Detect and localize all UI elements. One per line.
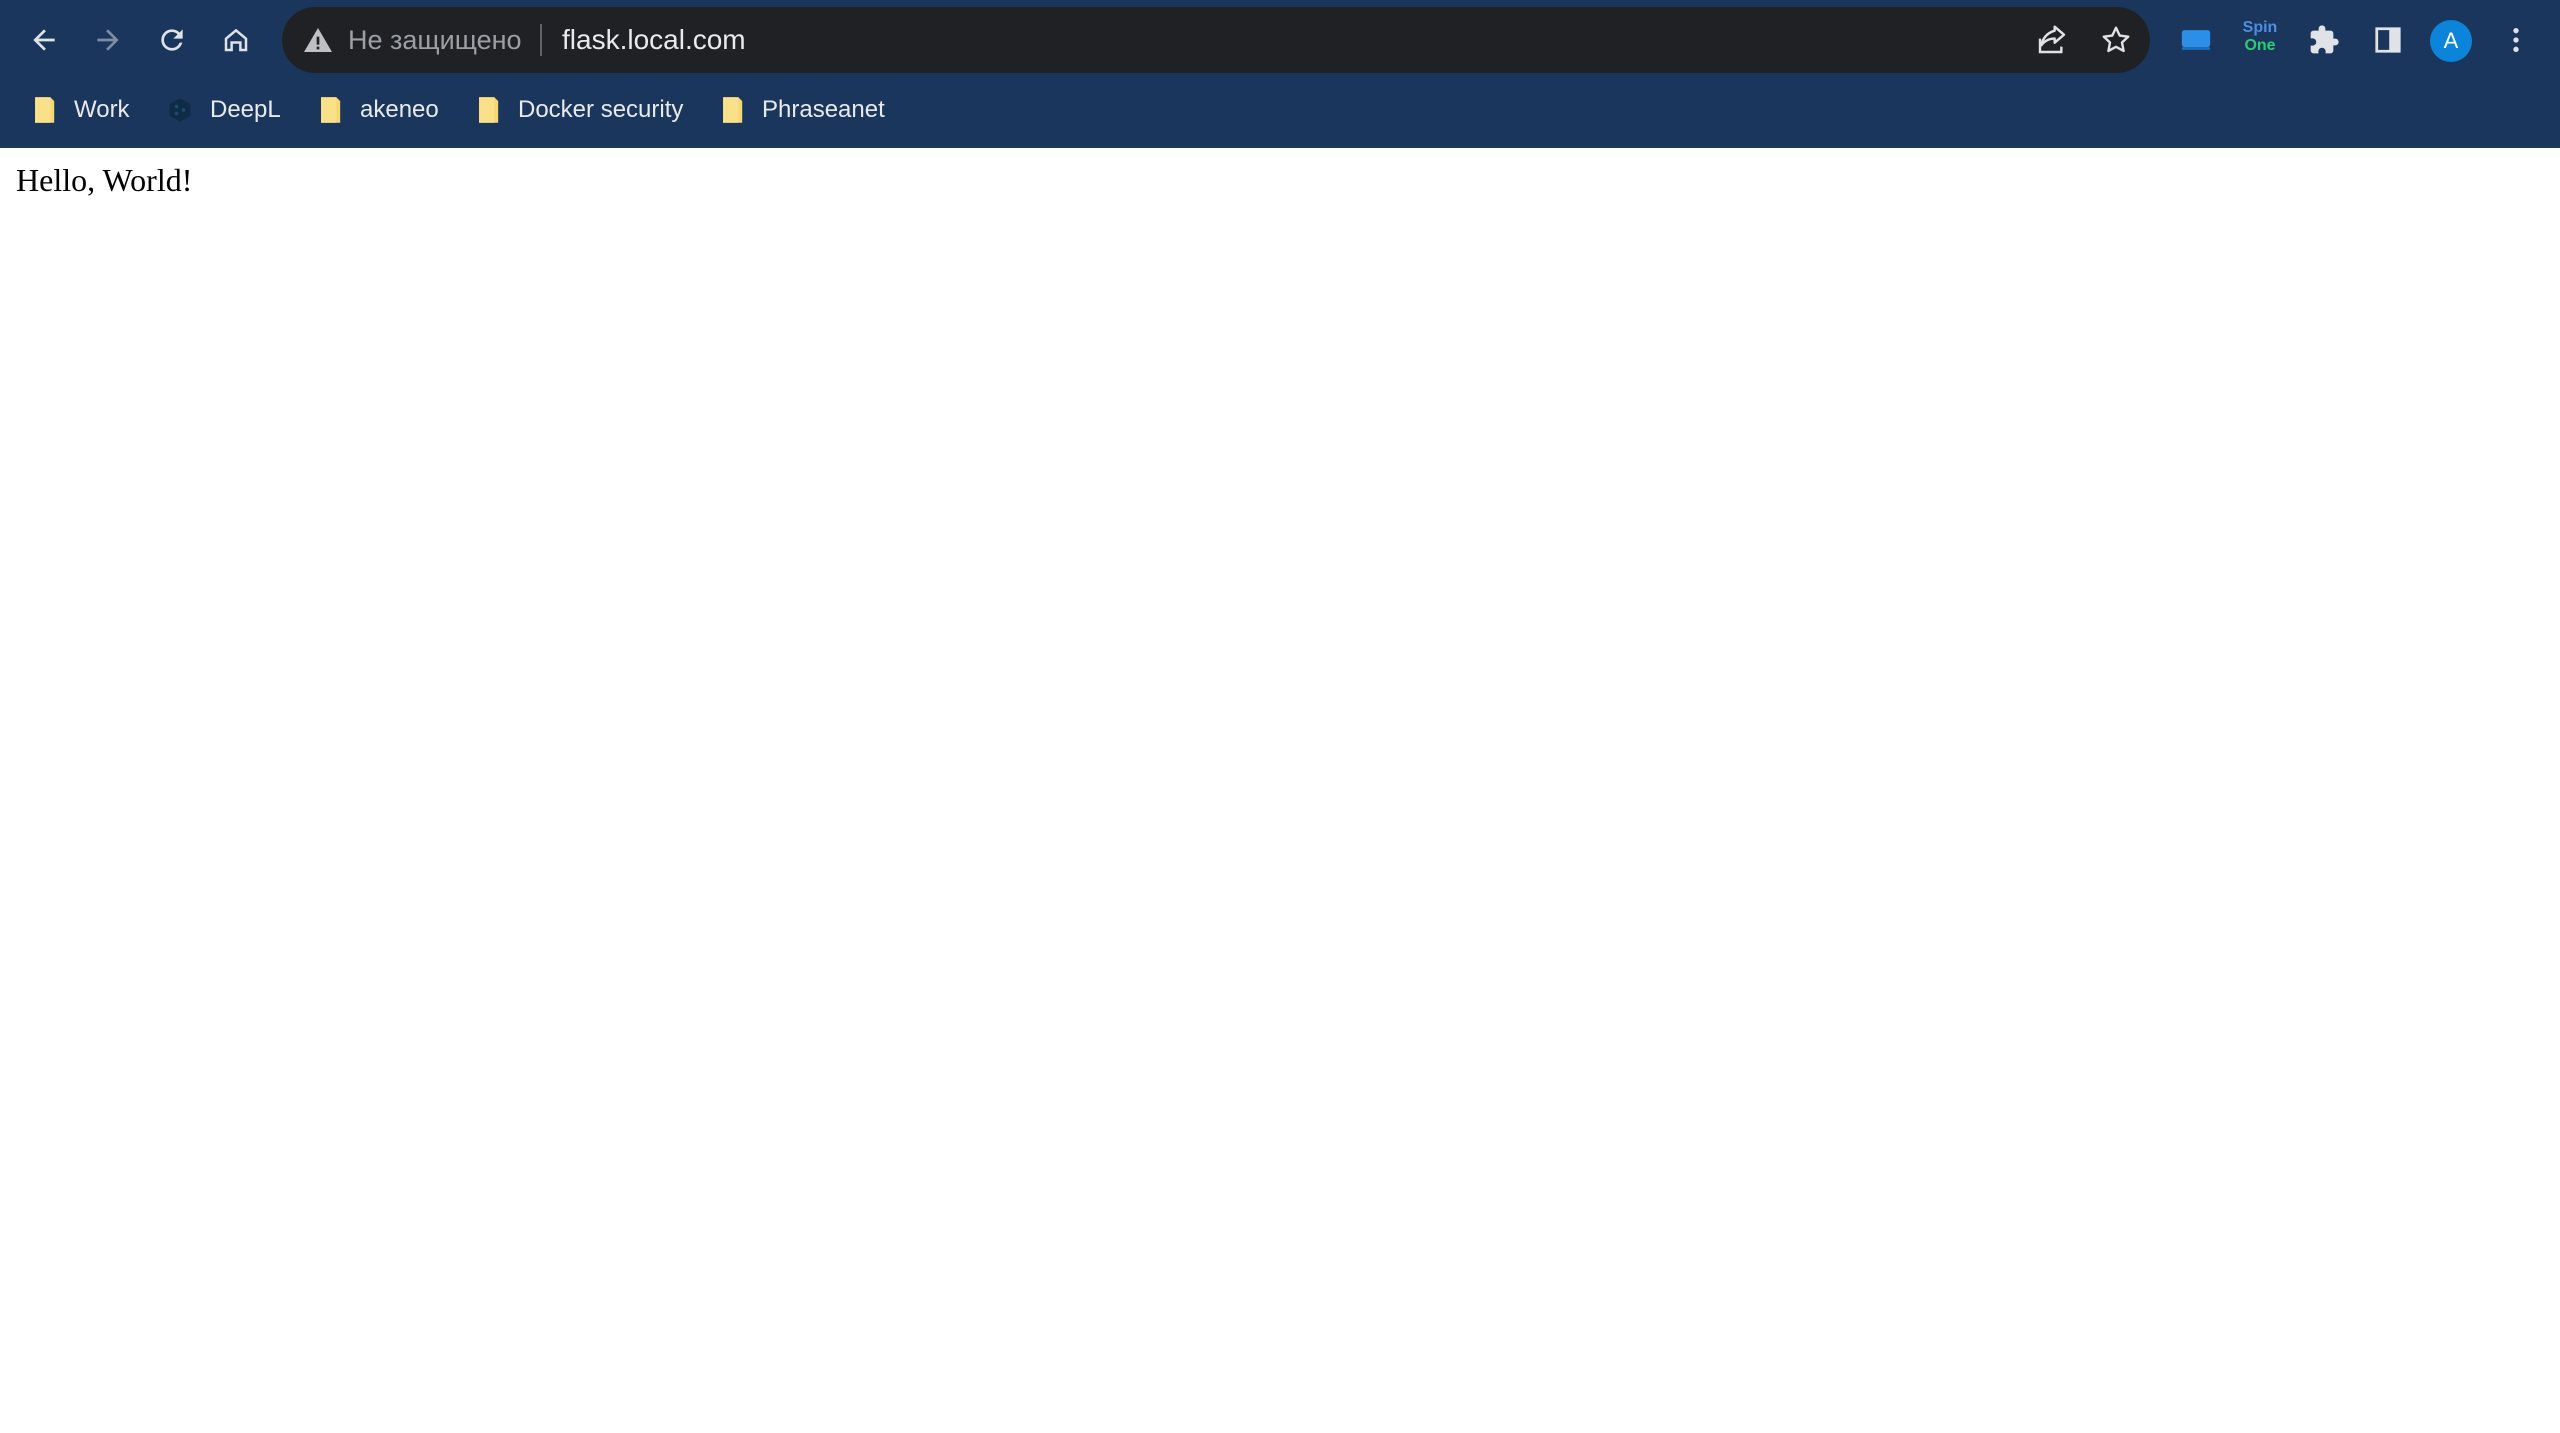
folder-icon: [30, 96, 58, 124]
extensions-button[interactable]: [2296, 12, 2352, 68]
cast-extension-button[interactable]: [2168, 12, 2224, 68]
reload-button[interactable]: [144, 12, 200, 68]
puzzle-icon: [2310, 25, 2339, 54]
share-button[interactable]: [2028, 16, 2076, 64]
address-bar[interactable]: Не защищено flask.local.com: [282, 7, 2150, 73]
browser-menu-button[interactable]: [2488, 12, 2544, 68]
deepl-icon: [166, 96, 194, 124]
page-content: Hello, World!: [0, 148, 2560, 1433]
browser-chrome: Не защищено flask.local.com Spin One A W…: [0, 0, 2560, 148]
bookmark-label: akeneo: [360, 96, 439, 123]
url-text[interactable]: flask.local.com: [562, 7, 746, 73]
bookmark-label: Docker security: [518, 96, 684, 123]
share-icon: [2038, 25, 2066, 54]
bookmark-docker-security[interactable]: Docker security: [462, 82, 695, 138]
back-button[interactable]: [16, 12, 72, 68]
bookmark-work[interactable]: Work: [18, 82, 142, 138]
home-button[interactable]: [208, 12, 264, 68]
bookmark-star-button[interactable]: [2092, 16, 2140, 64]
security-status-text[interactable]: Не защищено: [348, 7, 522, 73]
bookmark-deepl[interactable]: DeepL: [154, 82, 293, 138]
warning-triangle-icon[interactable]: [302, 24, 334, 56]
home-icon: [224, 28, 248, 52]
folder-icon: [316, 96, 344, 124]
back-arrow-icon: [33, 29, 55, 51]
folder-icon: [718, 96, 746, 124]
side-panel-icon: [2375, 27, 2401, 53]
bookmarks-bar: Work DeepL akeneo Docker security Phrase…: [0, 82, 2560, 138]
spinone-logo-line1: Spin: [2242, 19, 2278, 36]
folder-icon: [474, 96, 502, 124]
bookmark-label: DeepL: [210, 96, 281, 123]
spinone-extension-button[interactable]: Spin One: [2240, 20, 2280, 60]
spinone-logo-line2: One: [2244, 37, 2276, 54]
star-icon: [2102, 26, 2130, 53]
page-text: Hello, World!: [16, 162, 193, 198]
forward-arrow-icon: [97, 29, 119, 51]
more-vertical-icon: [2513, 28, 2519, 52]
reload-icon: [161, 29, 183, 51]
cast-icon: [2181, 30, 2211, 50]
bookmark-phraseanet[interactable]: Phraseanet: [706, 82, 897, 138]
bookmark-akeneo[interactable]: akeneo: [304, 82, 451, 138]
bookmark-label: Work: [74, 96, 130, 123]
address-separator: [540, 24, 542, 56]
profile-avatar[interactable]: A: [2430, 20, 2472, 62]
forward-button[interactable]: [80, 12, 136, 68]
browser-toolbar: Не защищено flask.local.com Spin One A: [0, 0, 2560, 80]
side-panel-button[interactable]: [2360, 12, 2416, 68]
bookmark-label: Phraseanet: [762, 96, 885, 123]
